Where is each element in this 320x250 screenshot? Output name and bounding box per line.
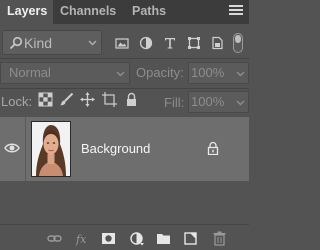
divider bbox=[25, 117, 26, 181]
link-layers-icon[interactable] bbox=[47, 231, 62, 246]
layers-list: Background bbox=[0, 117, 249, 224]
lock-artboard-icon[interactable] bbox=[102, 92, 117, 107]
layer-filter-row: Kind bbox=[0, 30, 249, 56]
blend-mode-value: Normal bbox=[9, 65, 51, 80]
pixel-layer-filter-icon[interactable] bbox=[115, 36, 129, 50]
divider bbox=[0, 88, 249, 89]
filter-kind-label: Kind bbox=[24, 35, 53, 51]
panel-tab-bar: Layers Channels Paths bbox=[0, 0, 249, 24]
opacity-value: 100% bbox=[191, 65, 225, 80]
svg-text:fx: fx bbox=[75, 233, 87, 246]
filter-toggle-switch[interactable] bbox=[233, 33, 243, 53]
fill-label: Fill: bbox=[164, 95, 185, 110]
adjustment-layer-filter-icon[interactable] bbox=[139, 36, 153, 50]
filter-kind-select[interactable]: Kind bbox=[2, 30, 102, 55]
layers-panel: Layers Channels Paths Kind Normal Opacit… bbox=[0, 0, 249, 250]
layer-name[interactable]: Background bbox=[81, 141, 150, 156]
chevron-down-icon bbox=[236, 100, 245, 106]
search-icon bbox=[9, 36, 23, 50]
panel-menu-icon[interactable] bbox=[229, 4, 243, 16]
layer-row-background[interactable]: Background bbox=[0, 117, 249, 181]
layer-thumbnail[interactable] bbox=[31, 121, 71, 177]
smart-object-filter-icon[interactable] bbox=[210, 36, 224, 50]
chevron-down-icon bbox=[88, 40, 97, 46]
fx-icon[interactable]: fx bbox=[75, 231, 90, 246]
fill-value: 100% bbox=[191, 94, 225, 109]
visibility-toggle[interactable] bbox=[0, 117, 25, 181]
new-group-icon[interactable] bbox=[156, 231, 171, 246]
tab-paths[interactable]: Paths bbox=[125, 0, 173, 24]
type-layer-filter-icon[interactable] bbox=[163, 36, 177, 50]
fill-input[interactable]: 100% bbox=[188, 91, 249, 113]
lock-icon bbox=[207, 141, 219, 155]
tab-channels[interactable]: Channels bbox=[53, 0, 123, 24]
new-layer-icon[interactable] bbox=[183, 231, 198, 246]
lock-transparent-pixels-icon[interactable] bbox=[38, 92, 53, 107]
opacity-input[interactable]: 100% bbox=[188, 62, 249, 84]
portrait-thumbnail-image bbox=[32, 122, 70, 176]
chevron-down-icon bbox=[236, 71, 245, 77]
add-mask-icon[interactable] bbox=[101, 231, 116, 246]
lock-label: Lock: bbox=[1, 94, 33, 109]
divider bbox=[0, 58, 249, 59]
shape-layer-filter-icon[interactable] bbox=[187, 36, 201, 50]
lock-position-icon[interactable] bbox=[80, 92, 95, 107]
opacity-label: Opacity: bbox=[136, 65, 184, 80]
tab-layers[interactable]: Layers bbox=[0, 0, 53, 24]
new-fill-adjustment-icon[interactable] bbox=[129, 231, 144, 246]
delete-layer-icon[interactable] bbox=[212, 231, 227, 246]
layers-footer-toolbar: fx bbox=[0, 224, 249, 250]
blend-mode-select[interactable]: Normal bbox=[0, 62, 130, 84]
chevron-down-icon bbox=[116, 71, 125, 77]
lock-all-icon[interactable] bbox=[124, 92, 139, 107]
eye-icon bbox=[4, 143, 20, 153]
lock-image-pixels-icon[interactable] bbox=[59, 92, 74, 107]
